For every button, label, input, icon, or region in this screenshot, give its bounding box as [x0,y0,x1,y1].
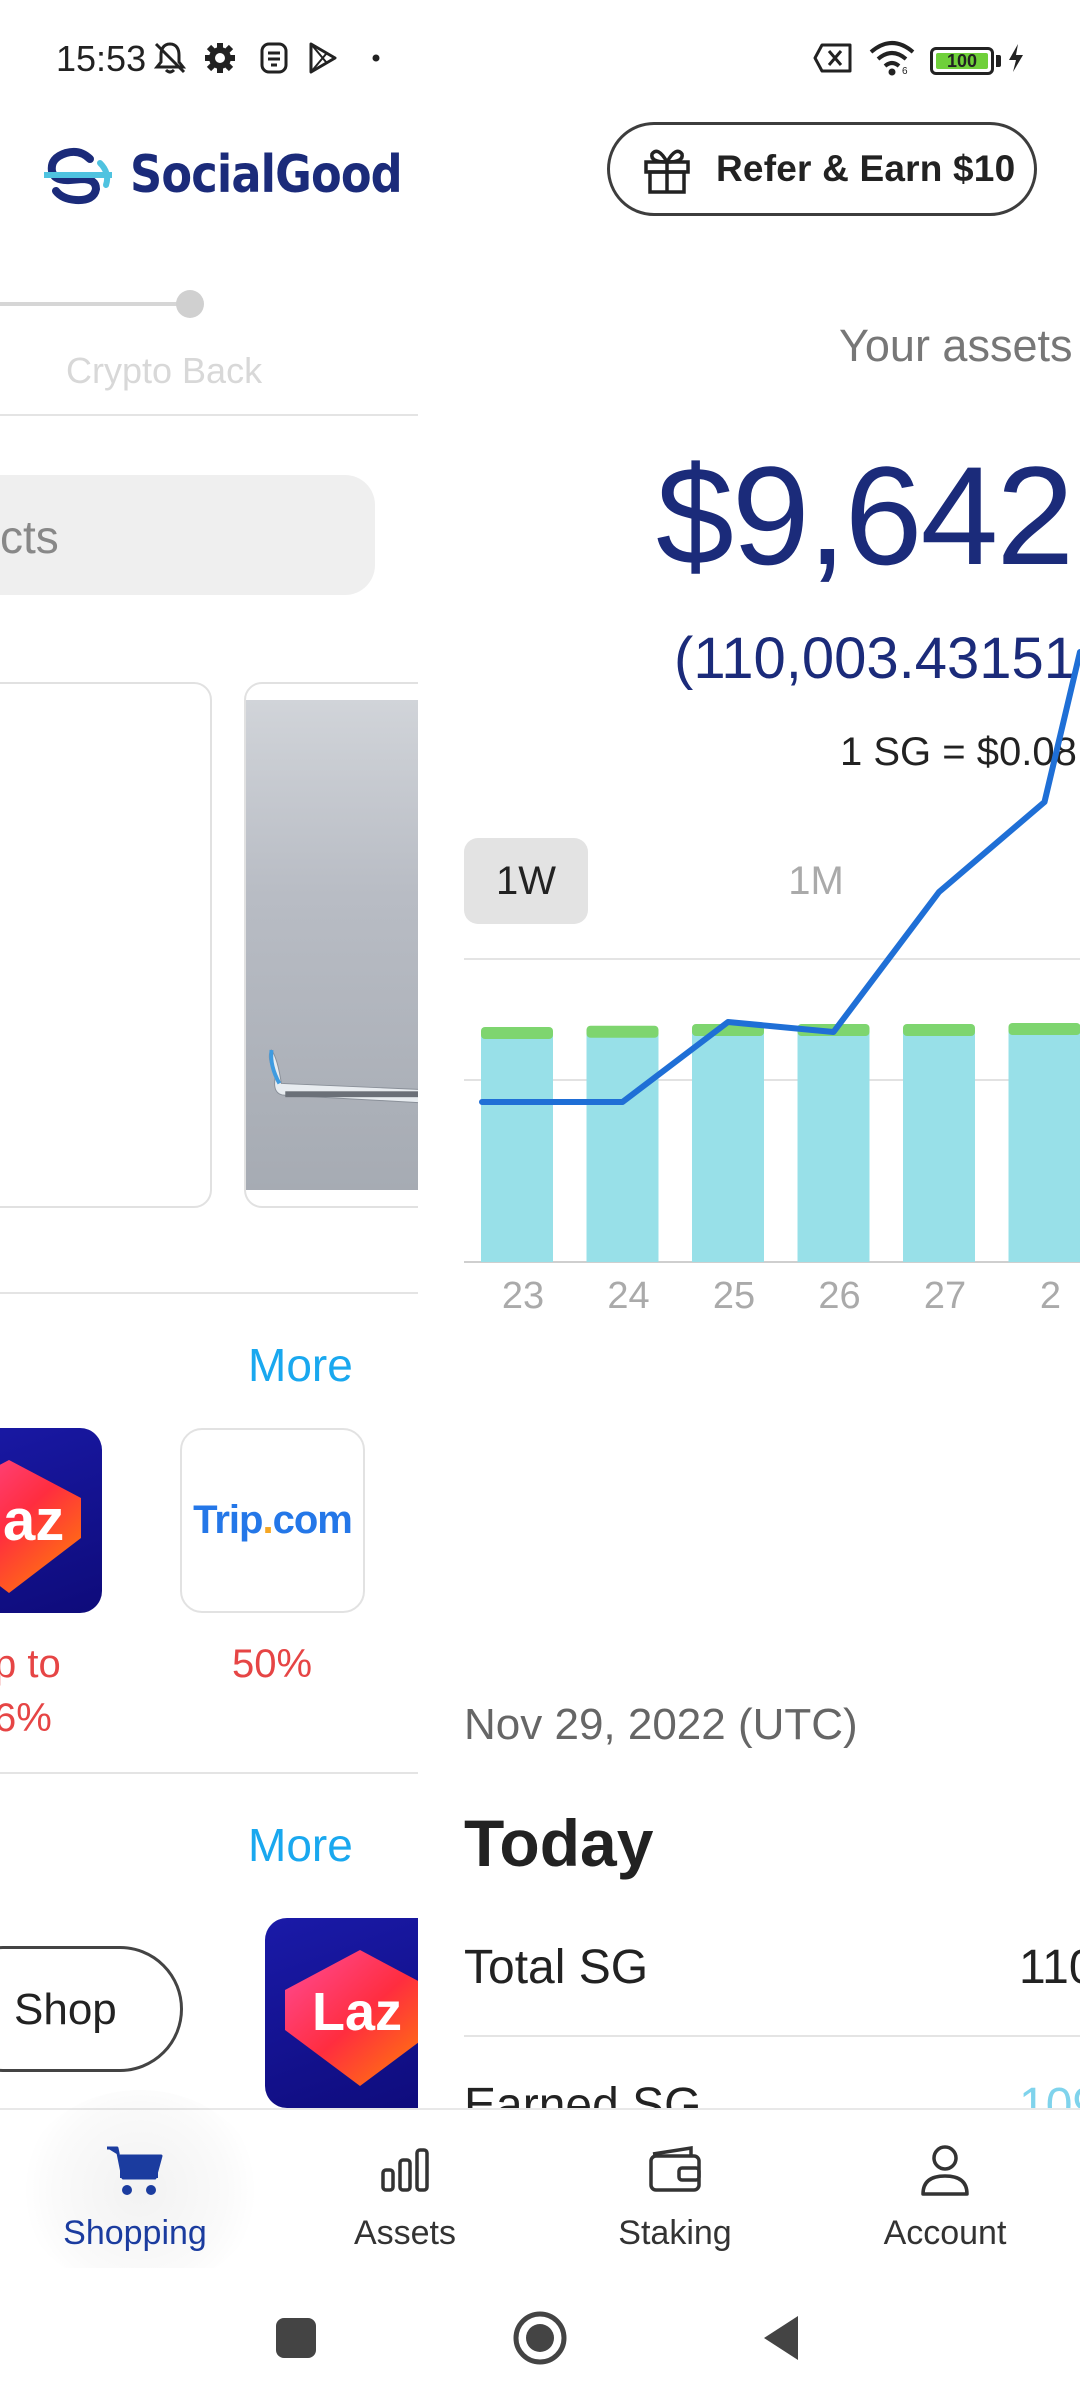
app-header: SocialGood Refer & Earn $10 [0,120,1080,270]
refer-earn-button[interactable]: Refer & Earn $10 [607,122,1037,216]
search-placeholder: cts [0,511,59,563]
lazada-heart-icon: Laz [285,1950,418,2086]
lazada-cashback-line1: p to [0,1642,61,1686]
chart-x-tick: 25 [713,1275,755,1317]
bottom-navigation: Shopping Assets Staking Account [0,2090,1080,2290]
battery-icon: 100 [930,47,994,75]
status-bar: 15:53 6 100 [0,0,1080,120]
more-link[interactable]: More [248,1338,353,1392]
airplane-wing-icon [268,1049,418,1104]
assets-title: Your assets [839,320,1073,371]
gift-icon [644,149,690,194]
nav-label-account: Account [883,2214,1007,2252]
chart-x-tick: 24 [607,1275,649,1317]
chart-bar-cap [1008,1023,1080,1035]
logo-text: SocialGood [130,145,403,205]
date-label: Nov 29, 2022 (UTC) [464,1700,858,1749]
divider [0,1772,418,1774]
bell-off-icon [153,42,187,74]
total-assets-value: $9,642 [656,437,1074,594]
refer-earn-label: Refer & Earn $10 [716,148,1016,189]
trip-cashback: 50% [232,1642,313,1686]
chart-svg: 23 24 25 26 27 2 [464,649,1080,1317]
chart-x-tick: 26 [818,1275,860,1317]
back-icon[interactable] [754,2308,814,2368]
tab-more-range[interactable]: ( [1044,838,1080,924]
chart-bar [1008,1031,1080,1262]
chart-bar [692,1032,764,1262]
earned-sg-label: Earned SG [464,2079,702,2108]
earned-sg-value: 109.1 [1019,2079,1080,2108]
chart-x-tick: 27 [924,1275,966,1317]
lazada-store-tile[interactable]: az [0,1428,102,1613]
sg-amount: (110,003.43151 [674,626,1077,691]
nav-label-assets: Assets [353,2214,457,2252]
tab-1w[interactable]: 1W [464,838,588,924]
recents-icon[interactable] [266,2308,326,2368]
lazada-store-tile[interactable]: Laz [265,1918,418,2108]
chart-bar [586,1033,659,1262]
chart-bar [903,1032,975,1262]
dot-icon [372,54,380,62]
crypto-back-label: Crypto Back [66,350,263,391]
divider [0,414,418,416]
chart-bar [797,1032,870,1262]
chart-bar-cap [586,1025,659,1038]
airplane-image [246,700,418,1190]
nav-account[interactable]: Account [810,2110,1080,2270]
nav-staking[interactable]: Staking [540,2110,810,2270]
sim-off-icon [813,43,852,73]
nav-assets[interactable]: Assets [270,2110,540,2270]
lazada-heart-icon: az [0,1460,81,1593]
trip-store-tile[interactable]: Trip.com [180,1428,365,1613]
trip-logo: Trip.com [193,1498,353,1542]
shop-button-label: Shop [14,1985,117,2034]
battery-tip [996,55,1001,67]
system-navigation-bar [0,2268,1080,2400]
wallet-icon [649,2145,701,2192]
row-divider [464,2035,1080,2037]
nav-label-staking: Staking [618,2214,732,2252]
status-time: 15:53 [56,38,147,79]
person-icon [921,2145,969,2196]
nav-label-shopping: Shopping [63,2214,207,2252]
charging-icon [1009,44,1023,72]
total-sg-label: Total SG [464,1941,649,1994]
divider [0,1292,418,1294]
chart-bar-cap [481,1027,553,1039]
crypto-back-slider-track[interactable] [0,302,190,306]
laz-logo-text: Laz [312,1982,402,2042]
product-card[interactable] [244,682,418,1208]
assets-panel: Your assets $9,642 (110,003.43151 1 SG =… [464,270,1080,2108]
cart-icon [107,2146,163,2195]
chart-bar [481,1035,553,1262]
gear-icon [205,43,235,73]
chart-bar-cap [903,1024,975,1036]
lazada-cashback-line2: 6% [0,1696,52,1740]
product-card[interactable] [0,682,212,1208]
chart-x-tick: 23 [502,1275,544,1317]
more-link[interactable]: More [248,1818,353,1872]
socialgood-logo-icon [44,147,112,205]
laz-logo-text: az [3,1488,64,1553]
today-label: Today [464,1806,654,1880]
battery-level: 100 [936,52,988,70]
app-icon [260,42,288,74]
shopping-panel: Crypto Back cts More az Trip.com p to 6%… [0,270,418,2108]
home-icon[interactable] [510,2308,570,2368]
socialgood-logo[interactable]: SocialGood [40,145,446,205]
total-sg-value: 110 [1019,1941,1080,1994]
bar-chart-icon [381,2148,429,2192]
play-store-icon [309,42,337,74]
sg-rate: 1 SG = $0.08 [840,730,1077,774]
svg-text:6: 6 [902,66,908,76]
nav-shopping[interactable]: Shopping [0,2090,270,2290]
chart-x-tick: 2 [1040,1275,1061,1317]
wifi-icon: 6 [869,41,915,76]
crypto-back-slider-knob[interactable] [176,290,204,318]
assets-chart: 23 24 25 26 27 2 [464,649,1080,1398]
tab-1m[interactable]: 1M [754,838,878,924]
